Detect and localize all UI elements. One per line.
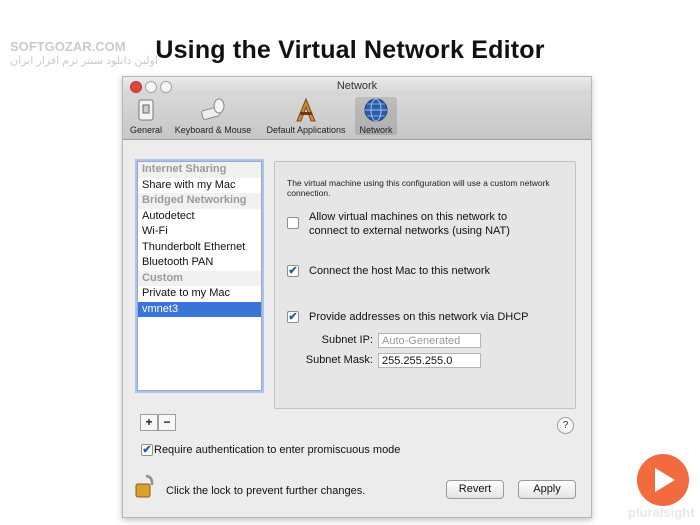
connect-host-label: Connect the host Mac to this network [309, 265, 490, 277]
general-switch-icon [138, 99, 154, 121]
network-description: The virtual machine using this configura… [287, 178, 550, 198]
list-item-autodetect[interactable]: Autodetect [138, 209, 261, 225]
list-header-bridged-networking: Bridged Networking [138, 193, 261, 209]
add-network-button[interactable]: + [140, 414, 158, 431]
network-settings-panel: The virtual machine using this configura… [274, 161, 576, 409]
list-item-vmnet3[interactable]: vmnet3 [138, 301, 261, 317]
dhcp-option[interactable]: ✔ Provide addresses on this network via … [287, 310, 528, 324]
list-item-wifi[interactable]: Wi-Fi [138, 224, 261, 240]
toolbar-keyboard-mouse[interactable]: Keyboard & Mouse [169, 97, 257, 135]
subnet-mask-label: Subnet Mask: [305, 354, 373, 366]
toolbar-network[interactable]: Network [355, 97, 397, 135]
slide-title: Using the Virtual Network Editor [155, 36, 545, 64]
dhcp-checkbox[interactable]: ✔ [287, 311, 299, 323]
toolbar-network-label: Network [359, 125, 393, 135]
toolbar-general-label: General [129, 125, 163, 135]
subnet-ip-label: Subnet IP: [321, 334, 373, 346]
keyboard-mouse-icon [201, 98, 225, 120]
allow-nat-option[interactable]: Allow virtual machines on this network t… [287, 210, 510, 238]
window-title: Network [336, 80, 378, 92]
toolbar-default-applications-label: Default Applications [266, 125, 346, 135]
lock-icon[interactable] [135, 473, 157, 499]
allow-nat-label-line2: connect to external networks (using NAT) [309, 225, 510, 237]
toolbar-default-applications[interactable]: Default Applications [260, 97, 352, 135]
network-list: Internet Sharing Share with my Mac Bridg… [137, 161, 262, 391]
list-item-bluetooth-pan[interactable]: Bluetooth PAN [138, 255, 261, 271]
toolbar-keyboard-mouse-label: Keyboard & Mouse [174, 125, 252, 135]
help-button[interactable]: ? [557, 417, 574, 434]
require-auth-option[interactable]: ✔ Require authentication to enter promis… [141, 444, 400, 456]
dhcp-label: Provide addresses on this network via DH… [309, 311, 529, 323]
remove-network-button[interactable]: − [158, 414, 176, 431]
allow-nat-checkbox[interactable] [287, 217, 299, 229]
list-item-private-to-my-mac[interactable]: Private to my Mac [138, 286, 261, 302]
revert-button[interactable]: Revert [446, 480, 504, 499]
minimize-window-button[interactable] [145, 81, 157, 93]
subnet-ip-field[interactable]: Auto-Generated [378, 333, 481, 348]
connect-host-checkbox[interactable]: ✔ [287, 265, 299, 277]
require-auth-checkbox[interactable]: ✔ [141, 444, 153, 456]
list-item-thunderbolt-ethernet[interactable]: Thunderbolt Ethernet [138, 240, 261, 256]
preferences-toolbar: General Keyboard & Mouse Default Applica… [123, 95, 591, 140]
network-globe-icon [364, 98, 388, 122]
apply-button[interactable]: Apply [518, 480, 576, 499]
connect-host-option[interactable]: ✔ Connect the host Mac to this network [287, 264, 490, 278]
close-window-button[interactable] [130, 81, 142, 93]
default-applications-icon [296, 97, 316, 122]
pluralsight-wordmark: pluralsight [628, 505, 695, 520]
network-preferences-window: Network General Keyboard & Mouse Default… [122, 76, 592, 518]
list-header-internet-sharing: Internet Sharing [138, 162, 261, 178]
lock-message: Click the lock to prevent further change… [166, 485, 366, 497]
list-header-custom: Custom [138, 270, 261, 286]
list-item-share-with-my-mac[interactable]: Share with my Mac [138, 178, 261, 194]
toolbar-general[interactable]: General [127, 97, 165, 135]
window-titlebar: Network [123, 77, 591, 95]
zoom-window-button[interactable] [160, 81, 172, 93]
allow-nat-label-line1: Allow virtual machines on this network t… [309, 211, 508, 223]
require-auth-label: Require authentication to enter promiscu… [154, 444, 401, 456]
subnet-mask-field[interactable]: 255.255.255.0 [378, 353, 481, 368]
